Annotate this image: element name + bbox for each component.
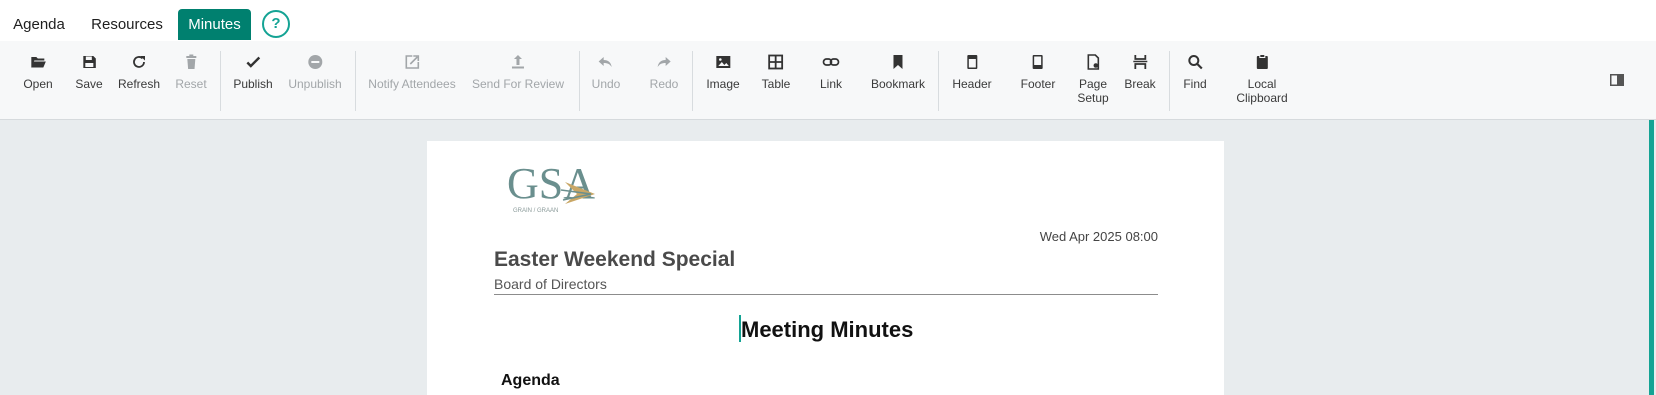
agenda-section-heading[interactable]: Agenda xyxy=(501,372,560,390)
find-button[interactable]: Find xyxy=(1183,53,1207,91)
break-button[interactable]: Break xyxy=(1124,53,1156,91)
trash-icon xyxy=(182,53,200,71)
toolbar-separator xyxy=(220,51,221,111)
share-external-icon xyxy=(403,53,421,71)
link-button[interactable]: Link xyxy=(820,53,842,91)
link-icon xyxy=(822,53,840,71)
checkmark-icon xyxy=(244,53,262,71)
folder-open-icon xyxy=(29,53,47,71)
undo-button[interactable]: Undo xyxy=(592,53,620,91)
image-icon xyxy=(714,53,732,71)
tab-bar: Agenda Resources Minutes ? xyxy=(0,0,1656,42)
floppy-disk-icon xyxy=(80,53,98,71)
redo-button[interactable]: Redo xyxy=(650,53,678,91)
toolbar-separator xyxy=(355,51,356,111)
notify-attendees-button[interactable]: Notify Attendees xyxy=(368,53,456,91)
side-panel-toggle-icon[interactable] xyxy=(1610,73,1624,86)
tab-agenda[interactable]: Agenda xyxy=(0,10,78,40)
meeting-date: Wed Apr 2025 08:00 xyxy=(1039,229,1158,244)
reset-button[interactable]: Reset xyxy=(175,53,207,91)
svg-text:GRAIN / GRAAN: GRAIN / GRAAN xyxy=(513,208,558,214)
open-button[interactable]: Open xyxy=(23,53,53,91)
page-settings-icon xyxy=(1084,53,1102,71)
header-button[interactable]: Header xyxy=(952,53,992,91)
upload-icon xyxy=(509,53,527,71)
page-setup-button[interactable]: Page Setup xyxy=(1077,53,1109,105)
vertical-scrollbar[interactable] xyxy=(1649,120,1654,395)
save-button[interactable]: Save xyxy=(75,53,103,91)
header-divider xyxy=(494,294,1158,295)
page-footer-icon xyxy=(1029,53,1047,71)
bookmark-icon xyxy=(889,53,907,71)
toolbar-separator xyxy=(692,51,693,111)
minutes-heading[interactable]: Meeting Minutes xyxy=(741,317,913,343)
search-icon xyxy=(1186,53,1204,71)
send-for-review-button[interactable]: Send For Review xyxy=(472,53,564,91)
toolbar-separator xyxy=(1169,51,1170,111)
unpublish-button[interactable]: Unpublish xyxy=(288,53,342,91)
clipboard-icon xyxy=(1253,53,1271,71)
table-grid-icon xyxy=(767,53,785,71)
table-button[interactable]: Table xyxy=(762,53,790,91)
tab-resources[interactable]: Resources xyxy=(84,10,170,40)
publish-button[interactable]: Publish xyxy=(233,53,273,91)
help-button[interactable]: ? xyxy=(262,10,290,38)
gsa-logo: GSA GRAIN / GRAAN xyxy=(505,159,600,216)
redo-icon xyxy=(655,53,673,71)
page-break-icon xyxy=(1131,53,1149,71)
svg-text:GSA: GSA xyxy=(507,160,595,208)
toolbar-separator xyxy=(938,51,939,111)
footer-button[interactable]: Footer xyxy=(1021,53,1055,91)
toolbar-separator xyxy=(579,51,580,111)
image-button[interactable]: Image xyxy=(706,53,740,91)
meeting-subtitle: Board of Directors xyxy=(494,276,607,292)
refresh-button[interactable]: Refresh xyxy=(118,53,160,91)
meeting-title: Easter Weekend Special xyxy=(494,248,736,271)
local-clipboard-button[interactable]: Local Clipboard xyxy=(1236,53,1288,105)
tab-minutes[interactable]: Minutes xyxy=(178,9,251,40)
editor-toolbar: Open Save Refresh Reset Publish Unpublis… xyxy=(0,41,1656,120)
minus-circle-icon xyxy=(306,53,324,71)
bookmark-button[interactable]: Bookmark xyxy=(871,53,925,91)
refresh-icon xyxy=(130,53,148,71)
page-header-icon xyxy=(963,53,981,71)
undo-icon xyxy=(597,53,615,71)
